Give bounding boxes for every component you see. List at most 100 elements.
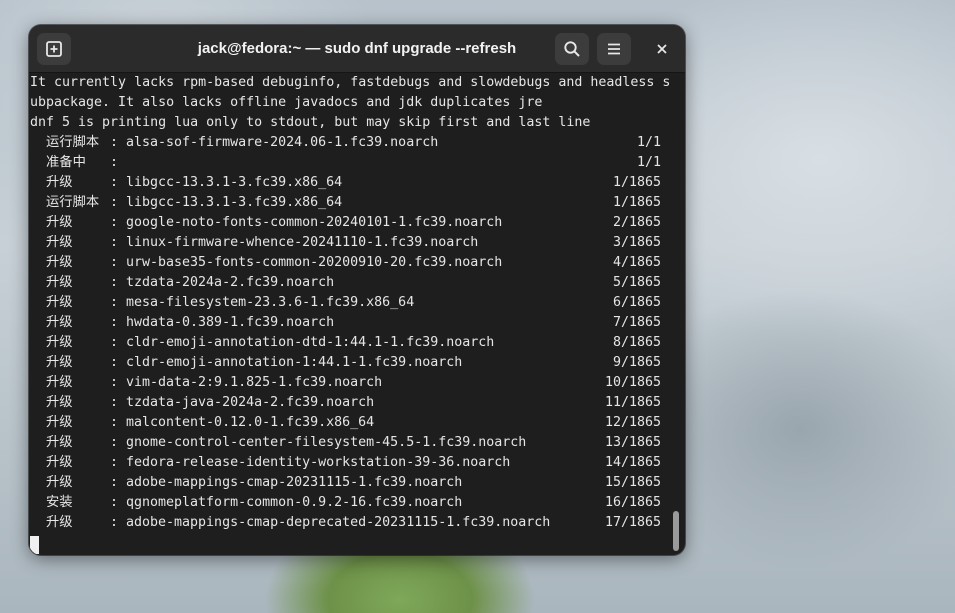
progress-row: 升级: cldr-emoji-annotation-1:44.1-1.fc39.n… <box>30 353 670 373</box>
progress-count: 14/1865 <box>604 455 661 470</box>
separator: : <box>110 415 119 430</box>
package-name: mesa-filesystem-23.3.6-1.fc39.x86_64 <box>126 295 415 310</box>
prompt-line[interactable] <box>30 533 670 554</box>
action-label: 升级 <box>46 475 73 490</box>
new-tab-button[interactable] <box>37 33 71 65</box>
separator: : <box>110 295 119 310</box>
progress-row: 升级: adobe-mappings-cmap-deprecated-202311… <box>30 513 670 533</box>
window-title: jack@fedora:~ — sudo dnf upgrade --refre… <box>197 40 517 57</box>
separator: : <box>110 395 119 410</box>
progress-row: 升级: libgcc-13.3.1-3.fc39.x86_64 1/1865 <box>30 173 670 193</box>
separator: : <box>110 155 119 170</box>
separator: : <box>110 455 119 470</box>
action-label: 运行脚本 <box>46 195 100 210</box>
progress-count: 15/1865 <box>604 475 661 490</box>
terminal-window: jack@fedora:~ — sudo dnf upgrade --refre… <box>29 25 685 555</box>
package-name: linux-firmware-whence-20241110-1.fc39.no… <box>126 235 479 250</box>
progress-count: 16/1865 <box>604 495 661 510</box>
title-bar[interactable]: jack@fedora:~ — sudo dnf upgrade --refre… <box>29 25 685 73</box>
progress-count: 7/1865 <box>612 315 661 330</box>
separator: : <box>110 135 119 150</box>
progress-count: 2/1865 <box>612 215 661 230</box>
action-label: 升级 <box>46 415 73 430</box>
progress-row: 升级: google-noto-fonts-common-20240101-1.f… <box>30 213 670 233</box>
action-label: 安装 <box>46 495 73 510</box>
terminal-text-line: dnf 5 is printing lua only to stdout, bu… <box>30 115 591 130</box>
package-name: malcontent-0.12.0-1.fc39.x86_64 <box>126 415 375 430</box>
separator: : <box>110 175 119 190</box>
separator: : <box>110 515 119 530</box>
progress-row: 运行脚本: libgcc-13.3.1-3.fc39.x86_64 1/1865 <box>30 193 670 213</box>
progress-row: 升级: malcontent-0.12.0-1.fc39.x86_64 12/186… <box>30 413 670 433</box>
progress-count: 12/1865 <box>604 415 661 430</box>
package-name: urw-base35-fonts-common-20200910-20.fc39… <box>126 255 503 270</box>
new-tab-icon <box>45 40 63 58</box>
progress-count: 4/1865 <box>612 255 661 270</box>
close-icon <box>656 40 668 59</box>
separator: : <box>110 315 119 330</box>
close-button[interactable] <box>649 36 675 62</box>
progress-row: 升级: fedora-release-identity-workstation-3… <box>30 453 670 473</box>
progress-count: 17/1865 <box>604 515 661 530</box>
package-name: libgcc-13.3.1-3.fc39.x86_64 <box>126 175 343 190</box>
action-label: 升级 <box>46 175 73 190</box>
action-label: 升级 <box>46 375 73 390</box>
search-icon <box>563 40 581 58</box>
action-label: 升级 <box>46 295 73 310</box>
progress-count: 11/1865 <box>604 395 661 410</box>
progress-count: 1/1 <box>636 155 661 170</box>
package-name: google-noto-fonts-common-20240101-1.fc39… <box>126 215 503 230</box>
separator: : <box>110 375 119 390</box>
terminal-output[interactable]: It currently lacks rpm-based debuginfo, … <box>30 73 670 555</box>
separator: : <box>110 215 119 230</box>
progress-count: 5/1865 <box>612 275 661 290</box>
scrollbar-thumb[interactable] <box>673 511 679 551</box>
text-cursor <box>30 536 39 554</box>
progress-count: 1/1865 <box>612 175 661 190</box>
progress-row: 升级: tzdata-java-2024a-2.fc39.noarch 11/186… <box>30 393 670 413</box>
progress-row: 运行脚本: alsa-sof-firmware-2024.06-1.fc39.no… <box>30 133 670 153</box>
progress-row: 升级: adobe-mappings-cmap-20231115-1.fc39.n… <box>30 473 670 493</box>
separator: : <box>110 275 119 290</box>
separator: : <box>110 235 119 250</box>
package-name: hwdata-0.389-1.fc39.noarch <box>126 315 335 330</box>
package-name: adobe-mappings-cmap-deprecated-20231115-… <box>126 515 551 530</box>
action-label: 升级 <box>46 355 73 370</box>
package-name: vim-data-2:9.1.825-1.fc39.noarch <box>126 375 383 390</box>
progress-row: 升级: linux-firmware-whence-20241110-1.fc39… <box>30 233 670 253</box>
progress-count: 3/1865 <box>612 235 661 250</box>
separator: : <box>110 255 119 270</box>
progress-count: 10/1865 <box>604 375 661 390</box>
separator: : <box>110 495 119 510</box>
progress-row: 升级: tzdata-2024a-2.fc39.noarch 5/1865 <box>30 273 670 293</box>
action-label: 升级 <box>46 235 73 250</box>
action-label: 升级 <box>46 275 73 290</box>
progress-row: 升级: hwdata-0.389-1.fc39.noarch 7/1865 <box>30 313 670 333</box>
package-name: cldr-emoji-annotation-dtd-1:44.1-1.fc39.… <box>126 335 495 350</box>
progress-count: 1/1865 <box>612 195 661 210</box>
separator: : <box>110 335 119 350</box>
action-label: 运行脚本 <box>46 135 100 150</box>
terminal-text-line: ubpackage. It also lacks offline javadoc… <box>30 95 543 110</box>
search-button[interactable] <box>555 33 589 65</box>
action-label: 升级 <box>46 455 73 470</box>
package-name: gnome-control-center-filesystem-45.5-1.f… <box>126 435 527 450</box>
package-name: qgnomeplatform-common-0.9.2-16.fc39.noar… <box>126 495 463 510</box>
separator: : <box>110 195 119 210</box>
package-name: adobe-mappings-cmap-20231115-1.fc39.noar… <box>126 475 463 490</box>
action-label: 升级 <box>46 515 73 530</box>
terminal-text-line: It currently lacks rpm-based debuginfo, … <box>30 75 671 90</box>
progress-row: 升级: gnome-control-center-filesystem-45.5-… <box>30 433 670 453</box>
menu-button[interactable] <box>597 33 631 65</box>
action-label: 升级 <box>46 215 73 230</box>
progress-row: 升级: mesa-filesystem-23.3.6-1.fc39.x86_64 6… <box>30 293 670 313</box>
action-label: 升级 <box>46 395 73 410</box>
action-label: 升级 <box>46 255 73 270</box>
action-label: 升级 <box>46 335 73 350</box>
package-name: tzdata-2024a-2.fc39.noarch <box>126 275 335 290</box>
separator: : <box>110 475 119 490</box>
package-name: tzdata-java-2024a-2.fc39.noarch <box>126 395 375 410</box>
progress-count: 9/1865 <box>612 355 661 370</box>
package-name: cldr-emoji-annotation-1:44.1-1.fc39.noar… <box>126 355 463 370</box>
package-name: fedora-release-identity-workstation-39-3… <box>126 455 511 470</box>
